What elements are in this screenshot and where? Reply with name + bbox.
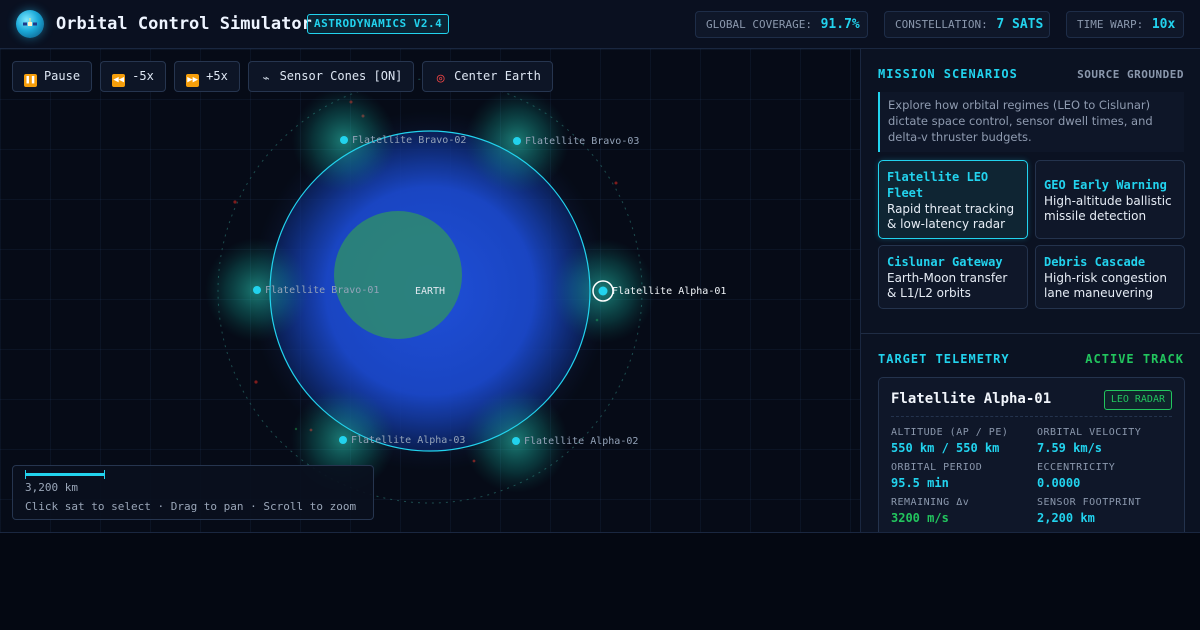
satellite-label: Flatellite Alpha-03	[351, 435, 465, 446]
speed-up-button[interactable]: ▶▶ +5x	[174, 61, 240, 92]
top-bar: Orbital Control Simulator ASTRODYNAMICS …	[0, 0, 1200, 49]
leo-radar-badge: LEO RADAR	[1103, 390, 1172, 410]
global-coverage-stat: GLOBAL COVERAGE: 91.7%	[695, 11, 868, 38]
scale-bar	[25, 470, 105, 479]
field-label: ALTITUDE (AP / PE)	[891, 427, 1009, 438]
scenario-desc: High-altitude ballistic missile detectio…	[1044, 194, 1172, 223]
delta-v-field: REMAINING Δv 3200 m/s	[891, 497, 1031, 525]
satellite-alpha-03[interactable]: Flatellite Alpha-03	[339, 435, 465, 446]
time-warp-label: TIME WARP:	[1077, 18, 1144, 31]
app-title: Orbital Control Simulator	[56, 14, 312, 34]
scenario-card-debris[interactable]: Debris Cascade High-risk congestion lane…	[1035, 245, 1185, 309]
scenario-title: Debris Cascade	[1044, 255, 1146, 269]
section-divider	[861, 333, 1200, 334]
satellite-marker[interactable]	[339, 436, 347, 444]
satellite-logo-icon	[16, 10, 44, 38]
earth[interactable]	[334, 211, 462, 339]
satellite-marker[interactable]	[340, 136, 348, 144]
telemetry-card: Flatellite Alpha-01 LEO RADAR ALTITUDE (…	[878, 377, 1185, 532]
mission-scenarios-title: MISSION SCENARIOS	[878, 67, 1018, 81]
satellite-label: Flatellite Bravo-01	[265, 285, 379, 296]
constellation-stat: CONSTELLATION: 7 SATS	[884, 11, 1050, 38]
altitude-field: ALTITUDE (AP / PE) 550 km / 550 km	[891, 427, 1031, 455]
scenario-card-cislunar[interactable]: Cislunar Gateway Earth-Moon transfer & L…	[878, 245, 1028, 309]
scenario-title: Cislunar Gateway	[887, 255, 1003, 269]
pause-label: Pause	[43, 69, 81, 83]
slow-down-button[interactable]: ◀◀ -5x	[100, 61, 166, 92]
constellation-label: CONSTELLATION:	[895, 18, 988, 31]
time-warp-stat: TIME WARP: 10x	[1066, 11, 1184, 38]
satellite-alpha-02[interactable]: Flatellite Alpha-02	[512, 436, 638, 447]
center-earth-label: Center Earth	[454, 69, 541, 83]
constellation-value: 7 SATS	[996, 17, 1044, 32]
scenario-desc: Rapid threat tracking & low-latency rada…	[887, 202, 1015, 231]
field-label: ECCENTRICITY	[1037, 462, 1116, 473]
satellite-marker[interactable]	[512, 437, 520, 445]
field-value: 550 km / 550 km	[891, 441, 1000, 455]
mission-description: Explore how orbital regimes (LEO to Cisl…	[878, 92, 1184, 152]
satellite-marker[interactable]	[598, 286, 608, 296]
field-label: ORBITAL VELOCITY	[1037, 427, 1142, 438]
rewind-icon: ◀◀	[112, 74, 126, 87]
scale-label: 3,200 km	[25, 481, 78, 494]
satellite-dish-icon: ⌁	[262, 71, 270, 85]
field-label: SENSOR FOOTPRINT	[1037, 497, 1142, 508]
satellite-label: Flatellite Alpha-02	[524, 436, 638, 447]
center-earth-button[interactable]: ◎ Center Earth	[422, 61, 553, 92]
orbital-viewport[interactable]: EARTH Flatellite Alpha-01 Flatellite Alp…	[0, 49, 860, 532]
scenario-desc: High-risk congestion lane maneuvering	[1044, 271, 1167, 300]
pause-button[interactable]: ❚❚ Pause	[12, 61, 92, 92]
sensor-footprint-field: SENSOR FOOTPRINT 2,200 km	[1037, 497, 1177, 525]
field-label: REMAINING Δv	[891, 497, 970, 508]
orbital-scene[interactable]: EARTH Flatellite Alpha-01 Flatellite Alp…	[0, 49, 860, 532]
eccentricity-field: ECCENTRICITY 0.0000	[1037, 462, 1177, 490]
telemetry-divider	[891, 416, 1172, 417]
scenario-title: Flatellite LEO Fleet	[887, 170, 989, 200]
scenario-desc: Earth-Moon transfer & L1/L2 orbits	[887, 271, 1008, 300]
scenario-card-geo-warning[interactable]: GEO Early Warning High-altitude ballisti…	[1035, 160, 1185, 239]
coverage-label: GLOBAL COVERAGE:	[706, 18, 812, 31]
satellite-label: Flatellite Alpha-01	[612, 286, 726, 297]
period-field: ORBITAL PERIOD 95.5 min	[891, 462, 1031, 490]
source-grounded-tag: SOURCE GROUNDED	[1077, 68, 1184, 81]
field-value: 3200 m/s	[891, 511, 949, 525]
version-badge: ASTRODYNAMICS V2.4	[307, 14, 450, 34]
field-label: ORBITAL PERIOD	[891, 462, 983, 473]
satellite-marker[interactable]	[513, 137, 521, 145]
time-warp-value: 10x	[1151, 17, 1176, 32]
bottom-strip	[0, 532, 1200, 630]
pause-icon: ❚❚	[23, 74, 37, 87]
target-name: Flatellite Alpha-01	[891, 391, 1052, 407]
slow-down-label: -5x	[132, 69, 154, 83]
interaction-hint: Click sat to select · Drag to pan · Scro…	[25, 500, 357, 513]
satellite-bravo-02[interactable]: Flatellite Bravo-02	[340, 135, 466, 146]
scenario-title: GEO Early Warning	[1044, 178, 1167, 192]
side-panel: MISSION SCENARIOS SOURCE GROUNDED Explor…	[860, 49, 1200, 532]
satellite-marker[interactable]	[253, 286, 261, 294]
earth-label: EARTH	[415, 286, 445, 297]
fast-forward-icon: ▶▶	[186, 74, 200, 87]
field-value: 0.0000	[1037, 476, 1081, 490]
velocity-field: ORBITAL VELOCITY 7.59 km/s	[1037, 427, 1177, 455]
scenario-card-leo-fleet[interactable]: Flatellite LEO Fleet Rapid threat tracki…	[878, 160, 1028, 239]
satellite-label: Flatellite Bravo-03	[525, 136, 639, 147]
active-track-status: ACTIVE TRACK	[1085, 352, 1184, 366]
field-value: 2,200 km	[1037, 511, 1095, 525]
speed-up-label: +5x	[206, 69, 228, 83]
scale-legend: 3,200 km Click sat to select · Drag to p…	[12, 465, 374, 520]
field-value: 95.5 min	[891, 476, 949, 490]
field-value: 7.59 km/s	[1037, 441, 1103, 455]
coverage-value: 91.7%	[820, 17, 860, 32]
target-telemetry-title: TARGET TELEMETRY	[878, 352, 1010, 366]
satellite-bravo-01[interactable]: Flatellite Bravo-01	[253, 285, 379, 296]
target-icon: ◎	[436, 71, 445, 86]
satellite-label: Flatellite Bravo-02	[352, 135, 466, 146]
satellite-bravo-03[interactable]: Flatellite Bravo-03	[513, 136, 639, 147]
sensor-cones-label: Sensor Cones [ON]	[279, 69, 403, 83]
sensor-cones-toggle[interactable]: ⌁ Sensor Cones [ON]	[248, 61, 414, 92]
